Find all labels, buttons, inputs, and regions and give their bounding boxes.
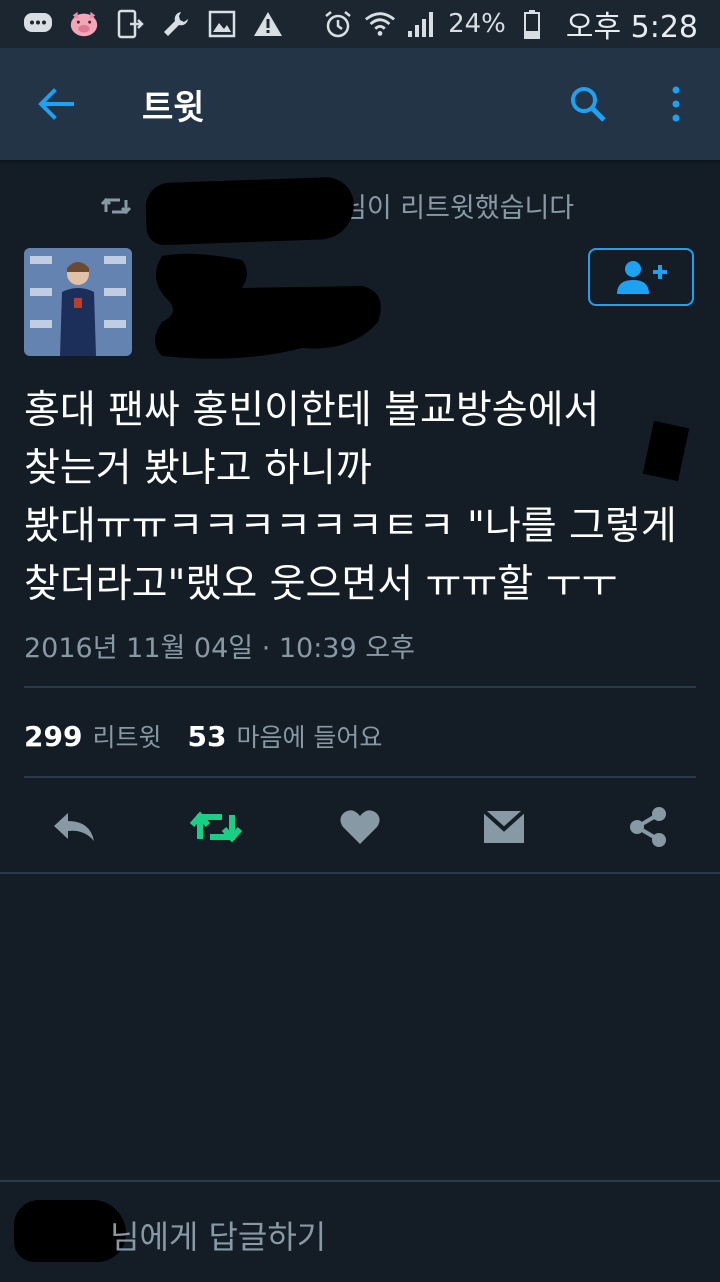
retweet-icon [189,811,243,843]
back-arrow-icon [38,88,74,120]
chat-bubble-icon [22,8,54,40]
page-title: 트윗 [142,87,205,128]
clock: 오후 5:28 [565,10,698,45]
envelope-icon [482,809,526,843]
phone-transfer-icon [114,8,146,40]
reply-button[interactable] [46,802,102,852]
reply-bar[interactable]: 님에게 답글하기 [0,1180,720,1282]
share-icon [630,807,666,847]
retweet-button[interactable] [188,802,244,852]
battery-percent: 24% [448,9,506,39]
follow-button[interactable] [588,248,694,306]
tweet-text: 홍대 팬싸 홍빈이한테 불교방송에서 찾는거 봤냐고 하니까 봤대ㅠㅠㅋㅋㅋㅋㅋ… [24,388,677,607]
retweet-count[interactable]: 299 [24,720,82,753]
divider [24,686,696,688]
message-button[interactable] [476,802,532,852]
warning-icon [252,8,284,40]
wrench-icon [160,8,192,40]
share-button[interactable] [620,802,676,852]
pig-icon [68,8,100,40]
app-bar: 트윗 [0,48,720,160]
battery-icon [516,8,548,40]
retweet-label[interactable]: 리트윗 [92,718,161,754]
tweet-timestamp: 2016년 11월 04일 · 10:39 오후 [24,633,415,664]
search-button[interactable] [556,72,620,136]
divider [0,872,720,874]
reply-input[interactable]: 님에게 답글하기 [110,1212,326,1258]
retweet-small-icon [100,197,132,214]
tweet-stats: 299 리트윗 53 마음에 들어요 [24,718,408,754]
heart-icon [340,810,380,844]
add-user-icon [617,261,667,294]
like-button[interactable] [332,802,388,852]
status-bar: 24% 오후 5:28 [0,0,720,48]
search-icon [571,87,606,122]
redaction-mark [155,253,381,359]
divider [24,776,696,778]
back-button[interactable] [24,72,88,136]
tweet-actions [0,792,720,862]
alarm-icon [322,8,354,40]
more-vertical-icon [672,86,680,122]
image-icon [206,8,238,40]
avatar[interactable] [24,248,132,356]
like-label[interactable]: 마음에 들어요 [236,718,382,754]
reply-icon [54,813,94,841]
signal-icon [406,8,438,40]
redaction-mark [144,176,356,246]
like-count[interactable]: 53 [187,720,226,753]
overflow-menu-button[interactable] [644,72,708,136]
wifi-icon [364,8,396,40]
retweet-banner-text: 님이 리트윗했습니다 [342,193,575,224]
